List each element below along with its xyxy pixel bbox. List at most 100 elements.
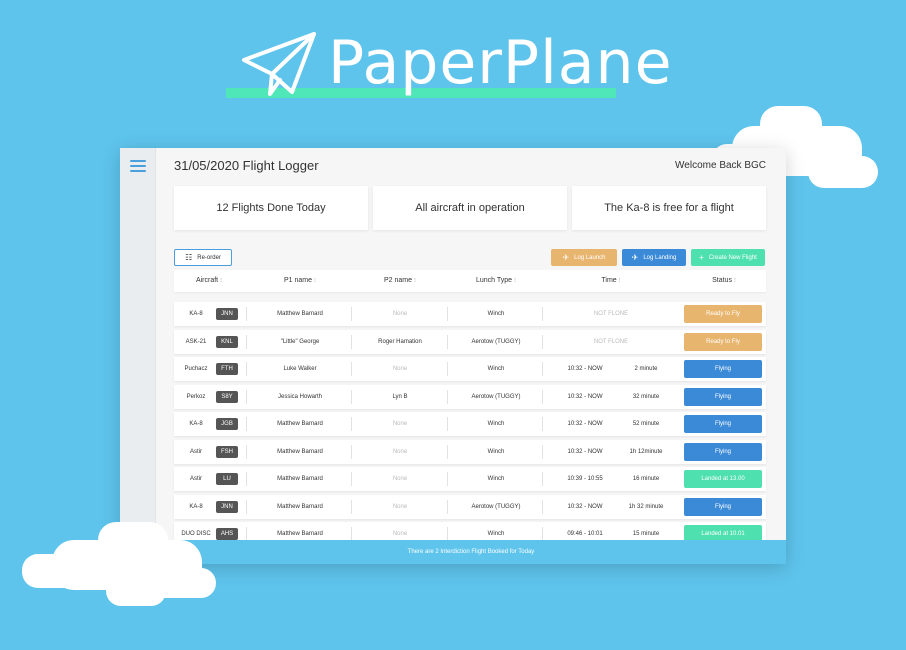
column-divider (246, 389, 247, 404)
column-divider (246, 499, 247, 514)
header-status[interactable]: Status ⁝ (682, 270, 766, 292)
log-landing-button[interactable]: ✈ Log Landing (622, 249, 686, 266)
status-badge[interactable]: Flying (684, 415, 762, 433)
log-launch-button[interactable]: ✈ Log Launch (551, 249, 617, 266)
launch-type-cell: Winch (487, 421, 505, 427)
aircraft-cell: ASK-21 (185, 338, 207, 345)
registration-badge: LU (216, 473, 238, 485)
status-badge[interactable]: Ready to Fly (684, 305, 762, 323)
table-row[interactable]: Astir FSH Matthew Barnard None Winch 10:32 - … (174, 439, 766, 464)
column-divider (542, 472, 543, 486)
time-cell: NOT FLONE (593, 311, 629, 317)
status-badge[interactable]: Ready to Fly (684, 332, 762, 351)
table-row[interactable]: ASK-21 KNL "Little" George Roger Hamation Ae… (174, 329, 766, 354)
aircraft-cell: Perkoz (186, 393, 206, 400)
duration-cell: 52 minute (632, 421, 660, 427)
column-divider (246, 362, 247, 376)
column-divider (542, 362, 543, 376)
registration-badge: JGB (216, 418, 238, 430)
summary-card-availability: The Ka-8 is free for a flight (572, 186, 766, 230)
duration-cell: 2 minute (634, 366, 658, 372)
status-badge[interactable]: Flying (684, 387, 762, 406)
header-aircraft[interactable]: Aircraft ⁝ (174, 270, 244, 292)
header-p1-name[interactable]: P1 name ⁝ (248, 270, 352, 292)
table-row[interactable]: Puchacz FTH Luke Walker None Winch 10:32 - NO… (174, 357, 766, 381)
log-launch-label: Log Launch (574, 254, 606, 261)
registration-badge: JNN (216, 500, 238, 513)
status-badge[interactable]: Flying (684, 497, 762, 516)
column-divider (542, 389, 543, 404)
list-icon: ☷ (185, 252, 193, 262)
landing-icon: ✈ (631, 252, 639, 262)
aircraft-cell: KA-8 (189, 503, 203, 510)
app-window: 31/05/2020 Flight Logger Welcome Back BG… (120, 148, 786, 564)
sort-icon: ⁝ (514, 278, 516, 284)
header-p2-name[interactable]: P2 name ⁝ (352, 270, 448, 292)
launch-type-cell: Aerotow (TUGGY) (471, 393, 521, 400)
page-title: 31/05/2020 Flight Logger (174, 158, 319, 173)
aircraft-cell: KA-8 (189, 311, 203, 317)
column-divider (542, 334, 543, 349)
duration-cell: 32 minute (632, 393, 660, 400)
sort-icon: ⁝ (414, 278, 416, 284)
reorder-button[interactable]: ☷ Re-order (174, 249, 232, 266)
duration-cell: 16 minute (632, 476, 660, 482)
registration-badge: S8Y (216, 390, 238, 403)
plus-icon: + (699, 252, 704, 262)
log-landing-label: Log Landing (643, 254, 677, 261)
registration-badge: FSH (216, 445, 238, 458)
reorder-label: Re-order (197, 254, 221, 261)
launch-type-cell: Aerotow (TUGGY) (471, 503, 521, 510)
aircraft-cell: Astir (190, 448, 202, 455)
p1-name-cell: Jessica Howarth (277, 393, 322, 400)
status-badge[interactable]: Landed at 13.00 (684, 470, 762, 488)
top-bar: 31/05/2020 Flight Logger Welcome Back BG… (174, 158, 766, 178)
column-divider (246, 527, 247, 541)
status-badge[interactable]: Flying (684, 360, 762, 378)
table-row[interactable]: KA-8 JGB Matthew Barnard None Winch 10:32 - N… (174, 412, 766, 436)
sort-icon: ⁝ (220, 278, 223, 284)
header-time[interactable]: Time ⁝ (544, 270, 678, 292)
column-divider (246, 307, 247, 321)
column-divider (542, 444, 543, 459)
table-row[interactable]: KA-8 JNN Matthew Barnard None Aerotow (TUGGY… (174, 494, 766, 519)
duration-cell: 1h 32 minute (628, 503, 664, 510)
table-row[interactable]: KA-8 JNN Matthew Barnard None Winch NOT FLONE… (174, 302, 766, 326)
p2-name-cell: None (392, 503, 408, 510)
p1-name-cell: Matthew Barnard (277, 503, 323, 510)
column-divider (542, 417, 543, 431)
column-divider (246, 444, 247, 459)
launch-type-cell: Winch (487, 311, 505, 317)
brand-header: PaperPlane (226, 22, 682, 112)
aircraft-cell: Astir (190, 476, 202, 482)
column-divider (542, 499, 543, 514)
p2-name-cell: None (392, 421, 408, 427)
p1-name-cell: Matthew Barnard (277, 448, 323, 455)
time-cell: NOT FLONE (593, 338, 629, 345)
p1-name-cell: "Little" George (280, 338, 320, 345)
column-divider (246, 417, 247, 431)
column-divider (246, 472, 247, 486)
registration-badge: FTH (216, 363, 238, 375)
cloud-decoration (22, 520, 222, 610)
p1-name-cell: Luke Walker (283, 366, 317, 372)
launch-type-cell: Aerotow (TUGGY) (471, 338, 521, 345)
table-row[interactable]: Astir LU Matthew Barnard None Winch 10:39 - 1… (174, 467, 766, 491)
summary-card-aircraft: All aircraft in operation (373, 186, 567, 230)
header-launch-type[interactable]: Lunch Type ⁝ (448, 270, 544, 292)
hamburger-icon[interactable] (130, 160, 146, 172)
aircraft-cell: Puchacz (184, 366, 208, 372)
launch-type-cell: Winch (487, 366, 505, 372)
launch-type-cell: Winch (487, 476, 505, 482)
sort-icon: ⁝ (733, 278, 736, 284)
status-badge[interactable]: Flying (684, 442, 762, 461)
welcome-text: Welcome Back BGC (675, 160, 766, 171)
create-flight-button[interactable]: + Create New Flight (691, 249, 765, 266)
table-row[interactable]: Perkoz S8Y Jessica Howarth Lyn B Aerotow (TU… (174, 384, 766, 409)
p2-name-cell: None (392, 311, 408, 317)
create-flight-label: Create New Flight (708, 254, 757, 261)
aircraft-cell: KA-8 (189, 421, 203, 427)
p2-name-cell: None (392, 366, 408, 372)
sort-icon: ⁝ (314, 278, 316, 284)
column-divider (542, 307, 543, 321)
